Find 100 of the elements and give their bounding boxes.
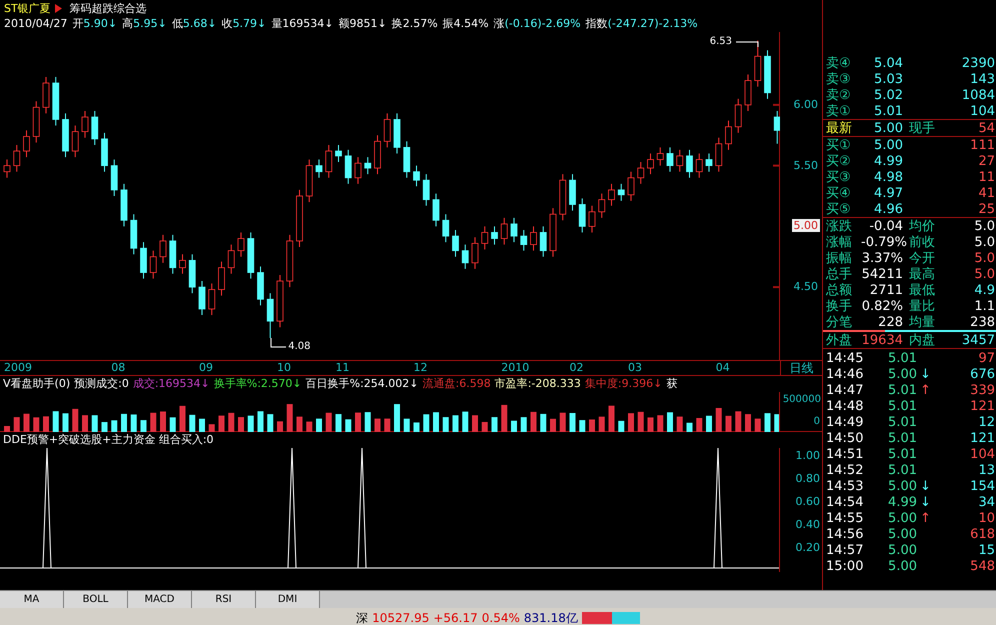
candlestick: [442, 214, 450, 243]
date-axis-label: 02: [570, 361, 584, 375]
volume-split-value: 3457: [962, 334, 996, 346]
quote-item: 额9851↓: [338, 16, 387, 31]
ask-label: 卖③: [825, 72, 852, 86]
candlestick: [774, 110, 780, 144]
trade-volume: 676: [970, 368, 996, 380]
stat-price: 0.82%: [861, 300, 903, 312]
date-axis-label: 04: [716, 361, 730, 375]
index-change: +56.17: [433, 610, 478, 625]
indicator-tab[interactable]: MA: [0, 591, 64, 608]
stat-label: 均价: [908, 220, 936, 232]
latest-value: 54: [978, 122, 996, 134]
candlestick: [715, 137, 722, 172]
trade-time: 14:48: [825, 400, 864, 412]
trade-time: 14:57: [825, 544, 864, 556]
candlestick: [384, 112, 391, 148]
stat-label: 涨跌: [825, 220, 853, 232]
index-value: 10527.95: [372, 610, 430, 625]
indicator-tab[interactable]: DMI: [256, 591, 320, 608]
indicator-value: 市盈率:-208.333: [494, 376, 581, 392]
bid-value: 11: [978, 170, 996, 184]
market-label: 深: [356, 610, 368, 625]
stat-label: 涨幅: [825, 236, 853, 248]
candlestick: [4, 159, 10, 178]
trade-volume: 121: [970, 432, 996, 444]
indicator-tab[interactable]: BOLL: [64, 591, 128, 608]
trade-volume: 97: [978, 352, 996, 364]
trade-volume: 154: [970, 480, 996, 492]
indicator-value: 换手率%:2.570↓: [214, 376, 302, 392]
indicator-tab[interactable]: MACD: [128, 591, 192, 608]
trade-volume: 339: [970, 384, 996, 396]
stat-value: 5.0: [974, 236, 996, 248]
candlestick: [530, 226, 537, 252]
indicator-axis-label: 0.20: [796, 540, 820, 556]
trade-volume: 34: [978, 496, 996, 508]
indicator-tab[interactable]: RSI: [192, 591, 256, 608]
trade-direction-arrow: ↓: [920, 366, 931, 382]
indicator-value: V看盘助手(0): [3, 376, 70, 392]
candlestick: [647, 152, 654, 175]
candlestick: [413, 165, 420, 187]
trade-time: 14:53: [825, 480, 864, 492]
stat-label: 前收: [908, 236, 936, 248]
bid-price: 5.00: [873, 138, 903, 152]
stat-price: -0.04: [868, 220, 903, 232]
indicator-value: 获: [666, 376, 678, 392]
stat-label: 分笔: [825, 316, 853, 328]
quote-item: 2010/04/27: [4, 16, 68, 31]
leader-line: [270, 338, 286, 348]
volume-split-label: 外盘: [825, 334, 853, 346]
trade-time: 14:52: [825, 464, 864, 476]
indicator-axis-label: 0.60: [796, 494, 820, 510]
trade-direction-arrow: ↑: [920, 382, 931, 398]
bid-price: 4.99: [873, 154, 903, 168]
trade-price: 5.00: [887, 528, 917, 540]
stat-price: 54211: [861, 268, 903, 280]
date-axis-label: 11: [336, 361, 350, 375]
candlestick: [432, 193, 440, 227]
candlestick: [160, 234, 166, 264]
date-axis-label: 03: [628, 361, 642, 375]
date-axis-label: 08: [111, 361, 126, 375]
high-price-label: 6.53: [710, 36, 732, 48]
market-breadth-icon: [582, 612, 640, 624]
candlestick: [462, 244, 469, 270]
trade-volume: 10: [978, 512, 996, 524]
candlestick: [316, 159, 322, 178]
candlestick: [696, 152, 703, 178]
candlestick: [540, 226, 547, 258]
candlestick: [344, 149, 352, 184]
stat-label: 总手: [825, 268, 853, 280]
trade-time: 14:46: [825, 368, 864, 380]
candlestick: [472, 236, 478, 270]
candlestick: [520, 230, 528, 252]
candlestick: [578, 198, 586, 233]
trade-price: 5.00: [887, 560, 917, 572]
candlestick: [656, 146, 664, 166]
formula-name: 筹码超跌综合选: [70, 1, 147, 16]
trade-volume: 13: [978, 464, 996, 476]
latest-price: 5.00: [873, 122, 903, 134]
trade-time: 14:55: [825, 512, 864, 524]
current-price-tag: 5.00: [792, 219, 820, 232]
trade-direction-arrow: ↓: [920, 478, 931, 494]
indicator-axis-label: 1.00: [796, 448, 820, 464]
trade-time: 14:49: [825, 416, 864, 428]
candlestick: [198, 280, 206, 316]
date-axis-label: 09: [199, 361, 213, 375]
date-axis-label: 10: [277, 361, 291, 375]
stat-label: 今开: [908, 252, 936, 264]
bid-label: 买④: [825, 186, 852, 200]
candlestick: [734, 98, 742, 134]
bid-label: 买③: [825, 170, 852, 184]
quote-item: 高5.95↓: [122, 16, 167, 31]
ask-value: 104: [970, 104, 996, 118]
ask-label: 卖④: [825, 56, 852, 70]
ask-value: 1084: [962, 88, 996, 102]
indicator-value: 集中度:9.396↓: [584, 376, 662, 392]
bid-label: 买⑤: [825, 202, 852, 216]
candlestick: [228, 244, 235, 274]
trade-volume: 12: [978, 416, 996, 428]
quote-item: 开5.90↓: [72, 16, 118, 31]
